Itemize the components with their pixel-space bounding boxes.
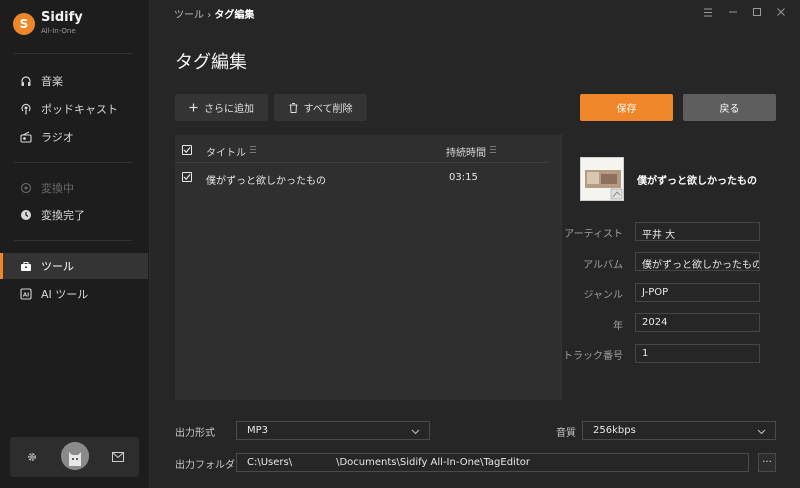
minimize-icon[interactable] — [726, 5, 740, 19]
sidebar-divider — [14, 53, 132, 54]
sort-icon[interactable] — [249, 144, 257, 153]
sidebar-footer — [10, 437, 139, 477]
maximize-icon[interactable] — [750, 5, 764, 19]
artist-label: アーティスト — [564, 229, 623, 240]
output-folder-prefix: C:\Users\ — [247, 457, 293, 468]
sidebar-divider — [14, 162, 132, 163]
track-number-field[interactable]: 1 — [635, 344, 760, 363]
tag-editor-panel: タイトル 持続時間 僕がずっと欲しかったもの 03:15 僕がずっと欲しかったも… — [175, 135, 775, 400]
sidebar: S Sidify All-In-One 音楽 ポッドキャスト ラジオ 変換中 変… — [0, 0, 150, 488]
clock-icon — [20, 209, 32, 221]
sidebar-item-podcast[interactable]: ポッドキャスト — [0, 96, 148, 122]
track-number-label: トラック番号 — [563, 351, 623, 362]
delete-all-label: すべて削除 — [303, 104, 353, 115]
output-format-label: 出力形式 — [175, 428, 215, 439]
album-label: アルバム — [583, 260, 623, 271]
avatar[interactable] — [61, 442, 89, 470]
row-checkbox[interactable] — [182, 172, 192, 182]
quality-label: 音質 — [556, 428, 576, 439]
sidebar-item-label: 変換中 — [41, 182, 74, 195]
ai-icon: AI — [20, 288, 32, 300]
breadcrumb-parent[interactable]: ツール — [174, 10, 204, 21]
brand: S Sidify All-In-One — [13, 10, 83, 37]
sidebar-item-converting[interactable]: 変換中 — [0, 175, 148, 201]
svg-text:AI: AI — [23, 293, 29, 299]
add-more-label: さらに追加 — [204, 104, 254, 115]
output-format-value: MP3 — [247, 425, 269, 436]
breadcrumb-current: タグ編集 — [214, 10, 255, 21]
sidebar-item-ai-tools[interactable]: AI AI ツール — [0, 281, 148, 307]
sidify-logo-icon: S — [13, 12, 35, 35]
sort-icon[interactable] — [489, 144, 497, 153]
menu-icon[interactable] — [701, 5, 715, 19]
quality-value: 256kbps — [593, 425, 636, 436]
gear-icon[interactable] — [25, 450, 39, 464]
sidebar-divider — [14, 240, 132, 241]
output-format-select[interactable]: MP3 — [236, 421, 430, 440]
genre-label: ジャンル — [583, 290, 624, 301]
sidebar-item-tools[interactable]: ツール — [0, 253, 148, 279]
track-list-header: タイトル 持続時間 — [175, 135, 548, 163]
quality-select[interactable]: 256kbps — [582, 421, 776, 440]
trash-icon — [289, 102, 298, 113]
title-bar: ツール › タグ編集 — [150, 0, 800, 24]
chevron-down-icon — [411, 427, 420, 438]
app-subtitle: All-In-One — [41, 27, 76, 35]
mail-icon[interactable] — [111, 450, 125, 464]
song-title: 僕がずっと欲しかったもの — [637, 176, 757, 187]
sidebar-item-label: ツール — [41, 260, 74, 273]
sidebar-item-label: ラジオ — [41, 131, 74, 144]
tag-detail-panel: 僕がずっと欲しかったもの アーティスト 平井 大 アルバム 僕がずっと欲しかった… — [561, 135, 775, 400]
year-label: 年 — [613, 321, 623, 332]
delete-all-button[interactable]: すべて削除 — [274, 94, 367, 121]
podcast-icon — [20, 103, 32, 115]
output-folder-field[interactable]: C:\Users\ \Documents\Sidify All-In-One\Ta… — [236, 453, 749, 472]
sidebar-item-label: AI ツール — [41, 288, 89, 301]
sidebar-item-radio[interactable]: ラジオ — [0, 124, 148, 150]
toolbox-icon — [20, 260, 32, 272]
back-button[interactable]: 戻る — [683, 94, 776, 121]
column-duration[interactable]: 持続時間 — [446, 144, 486, 159]
genre-field[interactable]: J-POP — [635, 283, 760, 302]
track-duration: 03:15 — [449, 172, 478, 183]
chevron-down-icon — [757, 427, 766, 438]
track-list: タイトル 持続時間 僕がずっと欲しかったもの 03:15 — [175, 135, 561, 400]
sidebar-item-music[interactable]: 音楽 — [0, 68, 148, 94]
sidebar-item-label: 変換完了 — [41, 209, 85, 222]
converting-icon — [20, 182, 32, 194]
radio-icon — [20, 131, 32, 143]
year-field[interactable]: 2024 — [635, 313, 760, 332]
output-folder-label: 出力フォルダ — [175, 460, 235, 471]
close-icon[interactable] — [774, 5, 788, 19]
browse-folder-button[interactable]: ··· — [758, 453, 776, 472]
sidebar-item-label: 音楽 — [41, 75, 63, 88]
page-title: タグ編集 — [175, 52, 247, 73]
table-row[interactable]: 僕がずっと欲しかったもの 03:15 — [175, 164, 548, 192]
track-title: 僕がずっと欲しかったもの — [206, 176, 326, 187]
breadcrumb-separator: › — [207, 10, 212, 21]
breadcrumb: ツール › タグ編集 — [174, 6, 254, 21]
plus-icon — [189, 103, 198, 112]
sidebar-item-label: ポッドキャスト — [41, 103, 118, 116]
save-button[interactable]: 保存 — [580, 94, 673, 121]
app-name: Sidify — [41, 10, 83, 25]
column-title[interactable]: タイトル — [206, 144, 246, 159]
headphones-icon — [20, 75, 32, 87]
output-folder-suffix: \Documents\Sidify All-In-One\TagEditor — [336, 457, 530, 468]
redacted-username — [292, 457, 337, 467]
select-all-checkbox[interactable] — [182, 145, 192, 155]
album-field[interactable]: 僕がずっと欲しかったもの — [635, 252, 760, 271]
add-more-button[interactable]: さらに追加 — [175, 94, 268, 121]
artist-field[interactable]: 平井 大 — [635, 222, 760, 241]
sidebar-item-converted[interactable]: 変換完了 — [0, 202, 148, 228]
album-cover[interactable] — [580, 157, 624, 201]
